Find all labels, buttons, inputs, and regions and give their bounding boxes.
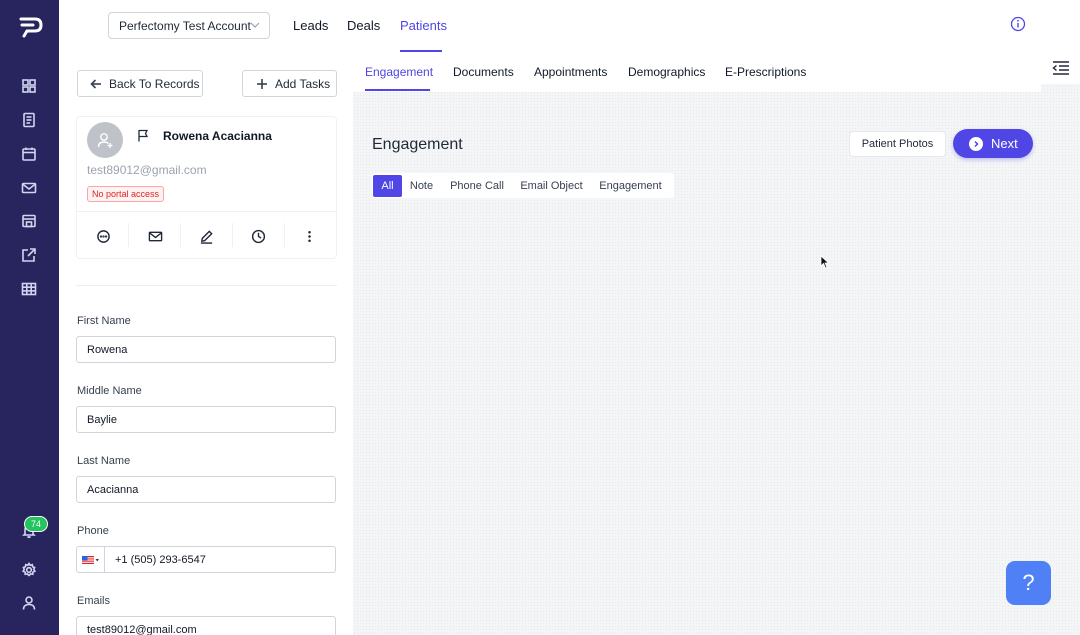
- add-tasks-label: Add Tasks: [275, 76, 331, 91]
- tab-engagement[interactable]: Engagement: [365, 65, 433, 79]
- edit-icon[interactable]: [198, 228, 214, 244]
- patient-card: Rowena Acacianna test89012@gmail.com No …: [76, 116, 337, 259]
- record-tabs: Engagement Documents Appointments Demogr…: [353, 52, 1041, 92]
- clock-icon[interactable]: [250, 228, 266, 244]
- phone-value: +1 (505) 293-6547: [115, 553, 206, 566]
- dashboard-icon[interactable]: [20, 77, 38, 95]
- patient-name: Rowena Acacianna: [163, 129, 272, 143]
- patient-photos-label: Patient Photos: [861, 138, 934, 150]
- indent-icon: [1051, 61, 1069, 75]
- account-select[interactable]: Perfectomy Test Account: [108, 12, 270, 39]
- account-select-value: Perfectomy Test Account: [119, 18, 251, 33]
- last-name-field[interactable]: Acacianna: [76, 476, 336, 503]
- user-add-icon: [97, 133, 113, 148]
- tab-patients[interactable]: Patients: [400, 18, 447, 33]
- tab-leads[interactable]: Leads: [293, 18, 328, 33]
- mail-icon[interactable]: [147, 228, 163, 244]
- action-separator: [180, 223, 181, 247]
- tab-e-prescriptions[interactable]: E-Prescriptions: [725, 65, 806, 79]
- user-icon[interactable]: [20, 594, 38, 612]
- flag-icon[interactable]: [137, 129, 150, 142]
- last-name-label: Last Name: [77, 455, 131, 467]
- filter-email-object[interactable]: Email Object: [515, 175, 588, 197]
- mouse-cursor-icon: [820, 255, 830, 269]
- emails-label: Emails: [77, 595, 111, 607]
- notification-badge: 74: [24, 516, 49, 532]
- info-icon[interactable]: [1010, 16, 1026, 32]
- sidebar: 74: [0, 0, 59, 635]
- filter-note[interactable]: Note: [405, 175, 438, 197]
- action-separator: [128, 223, 129, 247]
- section-divider: [76, 285, 337, 286]
- card-divider: [77, 211, 336, 212]
- tab-documents[interactable]: Documents: [453, 65, 514, 79]
- store-icon[interactable]: [20, 212, 38, 230]
- calendar-icon[interactable]: [20, 145, 38, 163]
- tab-appointments[interactable]: Appointments: [534, 65, 607, 79]
- active-subtab-indicator: [365, 89, 430, 91]
- table-icon[interactable]: [20, 280, 38, 298]
- action-separator: [284, 223, 285, 247]
- chevron-down-icon: [250, 22, 260, 28]
- add-tasks-button[interactable]: Add Tasks: [242, 70, 337, 97]
- patient-email: test89012@gmail.com: [87, 163, 207, 177]
- first-name-value: Rowena: [87, 343, 128, 356]
- avatar[interactable]: [87, 122, 123, 158]
- filter-phone-call[interactable]: Phone Call: [444, 175, 510, 197]
- back-to-records-label: Back To Records: [109, 76, 200, 91]
- last-name-value: Acacianna: [87, 483, 139, 496]
- logo-icon[interactable]: [18, 14, 44, 40]
- help-button[interactable]: ?: [1006, 561, 1051, 605]
- main-content: Engagement Documents Appointments Demogr…: [353, 52, 1080, 635]
- collapse-panel-button[interactable]: [1041, 52, 1080, 84]
- patient-photos-button[interactable]: Patient Photos: [849, 131, 946, 157]
- arrow-left-icon: [90, 78, 101, 89]
- more-vertical-icon[interactable]: [301, 228, 317, 244]
- middle-name-value: Baylie: [87, 413, 117, 426]
- back-to-records-button[interactable]: Back To Records: [77, 70, 203, 97]
- middle-name-field[interactable]: Baylie: [76, 406, 336, 433]
- help-label: ?: [1022, 570, 1035, 595]
- filter-engagement[interactable]: Engagement: [594, 175, 667, 197]
- middle-name-label: Middle Name: [77, 385, 142, 397]
- us-flag-icon: [81, 555, 99, 564]
- chat-icon[interactable]: [95, 228, 111, 244]
- next-button[interactable]: Next: [953, 129, 1033, 158]
- tab-deals[interactable]: Deals: [347, 18, 380, 33]
- plus-icon: [257, 78, 267, 89]
- first-name-label: First Name: [77, 315, 131, 327]
- section-title: Engagement: [372, 136, 463, 153]
- filter-all[interactable]: All: [373, 175, 402, 197]
- tab-demographics[interactable]: Demographics: [628, 65, 705, 79]
- mail-icon[interactable]: [20, 179, 38, 197]
- chevron-right-circle-icon: [969, 136, 983, 151]
- email-field[interactable]: test89012@gmail.com: [76, 616, 336, 635]
- email-value: test89012@gmail.com: [87, 623, 197, 635]
- action-separator: [232, 223, 233, 247]
- portal-access-badge: No portal access: [87, 186, 165, 202]
- country-code-select[interactable]: [77, 547, 105, 572]
- external-link-icon[interactable]: [20, 246, 38, 264]
- document-icon[interactable]: [20, 111, 38, 129]
- phone-field[interactable]: +1 (505) 293-6547: [76, 546, 336, 573]
- phone-label: Phone: [77, 525, 109, 537]
- patient-panel: Back To Records Add Tasks Rowena Acacian…: [59, 52, 353, 635]
- settings-icon[interactable]: [20, 561, 38, 579]
- first-name-field[interactable]: Rowena: [76, 336, 336, 363]
- engagement-filter: All Note Phone Call Email Object Engagem…: [372, 173, 674, 198]
- next-label: Next: [991, 136, 1018, 151]
- top-bar: Perfectomy Test Account Leads Deals Pati…: [59, 0, 1080, 52]
